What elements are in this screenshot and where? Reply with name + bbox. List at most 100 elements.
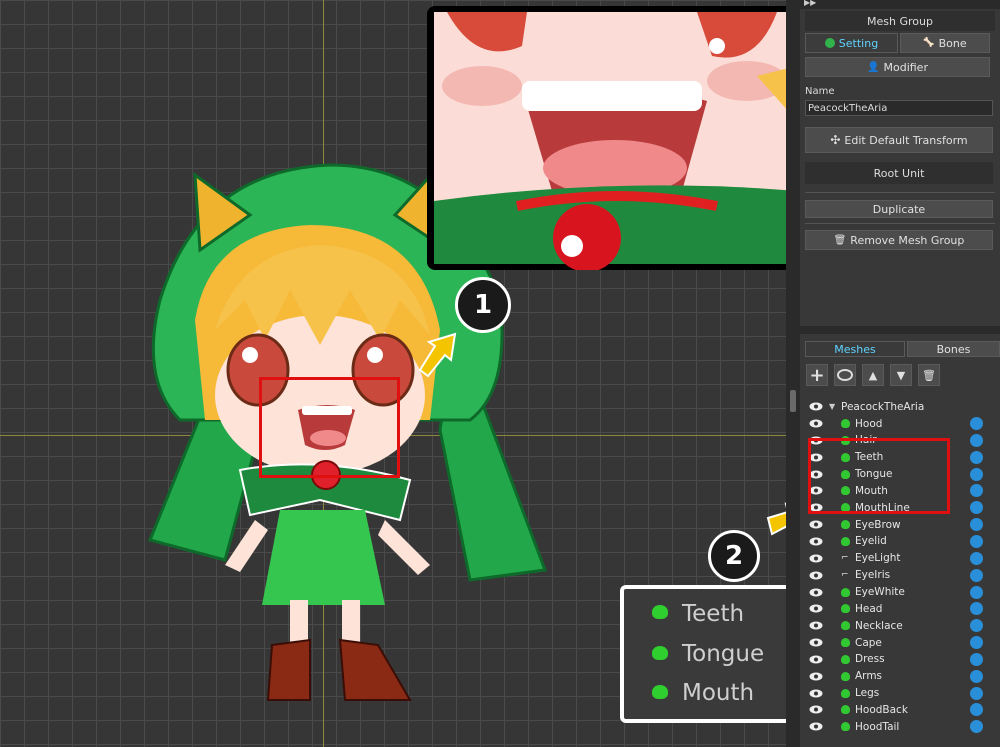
tree-item-label: Eyelid xyxy=(855,535,887,548)
gear-icon[interactable] xyxy=(970,602,983,616)
gear-icon[interactable] xyxy=(970,433,983,447)
trash-icon: 🗑 xyxy=(833,234,847,246)
tree-item[interactable]: HoodTail xyxy=(805,718,995,735)
arrow-up-icon[interactable]: ▲ xyxy=(862,364,884,386)
tab-meshes[interactable]: Meshes xyxy=(805,341,905,357)
tree-root[interactable]: ▼ PeacockTheAria xyxy=(805,398,995,415)
expand-panel-icon[interactable]: ▶▶ xyxy=(804,0,816,7)
tree-item[interactable]: Legs xyxy=(805,685,995,702)
tree-item-label: HoodTail xyxy=(855,720,900,733)
tree-item-label: Cape xyxy=(855,636,882,649)
gear-icon[interactable] xyxy=(970,450,983,464)
tree-item[interactable]: EyeWhite xyxy=(805,584,995,601)
tab-bone[interactable]: 🦴 Bone xyxy=(900,33,990,53)
tree-item[interactable]: HoodBack xyxy=(805,701,995,718)
arrow-down-icon[interactable]: ▼ xyxy=(890,364,912,386)
tree-item[interactable]: ⌐ EyeIris xyxy=(805,567,995,584)
name-field[interactable] xyxy=(805,100,993,116)
remove-mesh-group-button[interactable]: 🗑 Remove Mesh Group xyxy=(805,230,993,250)
callout-2: 2 xyxy=(708,530,760,582)
gear-icon[interactable] xyxy=(970,720,983,734)
gear-icon[interactable] xyxy=(970,636,983,650)
tree-item-label: EyeBrow xyxy=(855,518,901,531)
tree-item[interactable]: Eyelid xyxy=(805,533,995,550)
mesh-icon xyxy=(652,646,668,660)
canvas-viewport[interactable]: 1 2 Teeth Tongue Mouth xyxy=(0,0,800,747)
tree-item-label: Arms xyxy=(855,670,883,683)
tab-bones[interactable]: Bones xyxy=(907,341,1000,357)
eye-icon[interactable] xyxy=(809,571,823,580)
eye-icon[interactable] xyxy=(809,537,823,546)
eye-icon[interactable] xyxy=(809,402,823,411)
section-splitter[interactable] xyxy=(800,326,1000,334)
mesh-icon xyxy=(841,604,850,614)
edit-default-transform-button[interactable]: ✣ Edit Default Transform xyxy=(805,127,993,153)
tree-root-label: PeacockTheAria xyxy=(841,400,925,413)
eye-icon[interactable] xyxy=(809,672,823,681)
gear-icon[interactable] xyxy=(970,417,983,430)
splitter-scroll-thumb[interactable] xyxy=(790,390,796,412)
tree-item[interactable]: Dress xyxy=(805,651,995,668)
divider xyxy=(805,192,995,193)
duplicate-button[interactable]: Duplicate xyxy=(805,200,993,218)
gear-icon[interactable] xyxy=(970,501,983,515)
expand-arrow-icon[interactable]: ▼ xyxy=(829,402,835,411)
add-icon[interactable]: + xyxy=(806,364,828,386)
zoom-label-tongue: Tongue xyxy=(682,641,765,667)
eye-icon[interactable] xyxy=(809,705,823,714)
tree-item[interactable]: Arms xyxy=(805,668,995,685)
tree-item-label: Head xyxy=(855,602,883,615)
gear-icon[interactable] xyxy=(970,484,983,498)
gear-icon[interactable] xyxy=(970,467,983,481)
tree-item-label: Hood xyxy=(855,417,883,430)
eye-icon[interactable] xyxy=(809,419,823,428)
gear-icon[interactable] xyxy=(970,686,983,700)
gear-icon[interactable] xyxy=(970,568,983,582)
tab-setting[interactable]: Setting xyxy=(805,33,898,53)
tree-item-label: EyeLight xyxy=(855,552,901,565)
mesh-icon xyxy=(841,654,850,664)
eye-icon[interactable] xyxy=(809,604,823,613)
gear-icon[interactable] xyxy=(970,652,983,666)
eye-icon[interactable] xyxy=(809,689,823,698)
tree-item[interactable]: Cape xyxy=(805,634,995,651)
eye-icon[interactable] xyxy=(809,722,823,731)
eye-icon[interactable] xyxy=(809,588,823,597)
eye-icon[interactable] xyxy=(809,655,823,664)
tree-item-label: Legs xyxy=(855,687,880,700)
tree-item-label: EyeIris xyxy=(855,569,891,582)
root-unit-header: Root Unit xyxy=(805,162,993,184)
modifier-button[interactable]: 👤 Modifier xyxy=(805,57,990,77)
mesh-icon xyxy=(841,705,850,715)
tree-item[interactable]: Necklace xyxy=(805,617,995,634)
mesh-icon xyxy=(841,520,850,530)
gear-icon[interactable] xyxy=(970,585,983,599)
tree-item[interactable]: ⌐ EyeLight xyxy=(805,550,995,567)
zoom-label-teeth: Teeth xyxy=(682,601,745,627)
tree-item-label: HoodBack xyxy=(855,703,908,716)
mesh-icon xyxy=(841,638,850,648)
eye-icon[interactable] xyxy=(809,621,823,630)
gear-icon[interactable] xyxy=(970,534,983,548)
divider xyxy=(805,223,995,224)
gear-icon[interactable] xyxy=(970,703,983,717)
trash-icon[interactable]: 🗑 xyxy=(918,364,940,386)
mesh-icon xyxy=(841,671,850,681)
gear-icon[interactable] xyxy=(970,669,983,683)
zoom-inset xyxy=(427,6,800,270)
edit-default-transform-label: Edit Default Transform xyxy=(844,133,968,147)
add-mesh-group-icon[interactable] xyxy=(834,364,856,386)
eye-icon[interactable] xyxy=(809,554,823,563)
group-icon: ⌐ xyxy=(841,570,849,581)
eye-icon[interactable] xyxy=(809,520,823,529)
mesh-icon xyxy=(841,419,850,428)
panel-splitter[interactable] xyxy=(786,0,800,747)
remove-mesh-group-label: Remove Mesh Group xyxy=(850,233,965,247)
gear-icon[interactable] xyxy=(970,518,983,532)
tree-item[interactable]: Hood xyxy=(805,415,995,432)
gear-icon[interactable] xyxy=(970,551,983,565)
tree-item[interactable]: Head xyxy=(805,600,995,617)
eye-icon[interactable] xyxy=(809,638,823,647)
tree-item[interactable]: EyeBrow xyxy=(805,516,995,533)
gear-icon[interactable] xyxy=(970,619,983,633)
